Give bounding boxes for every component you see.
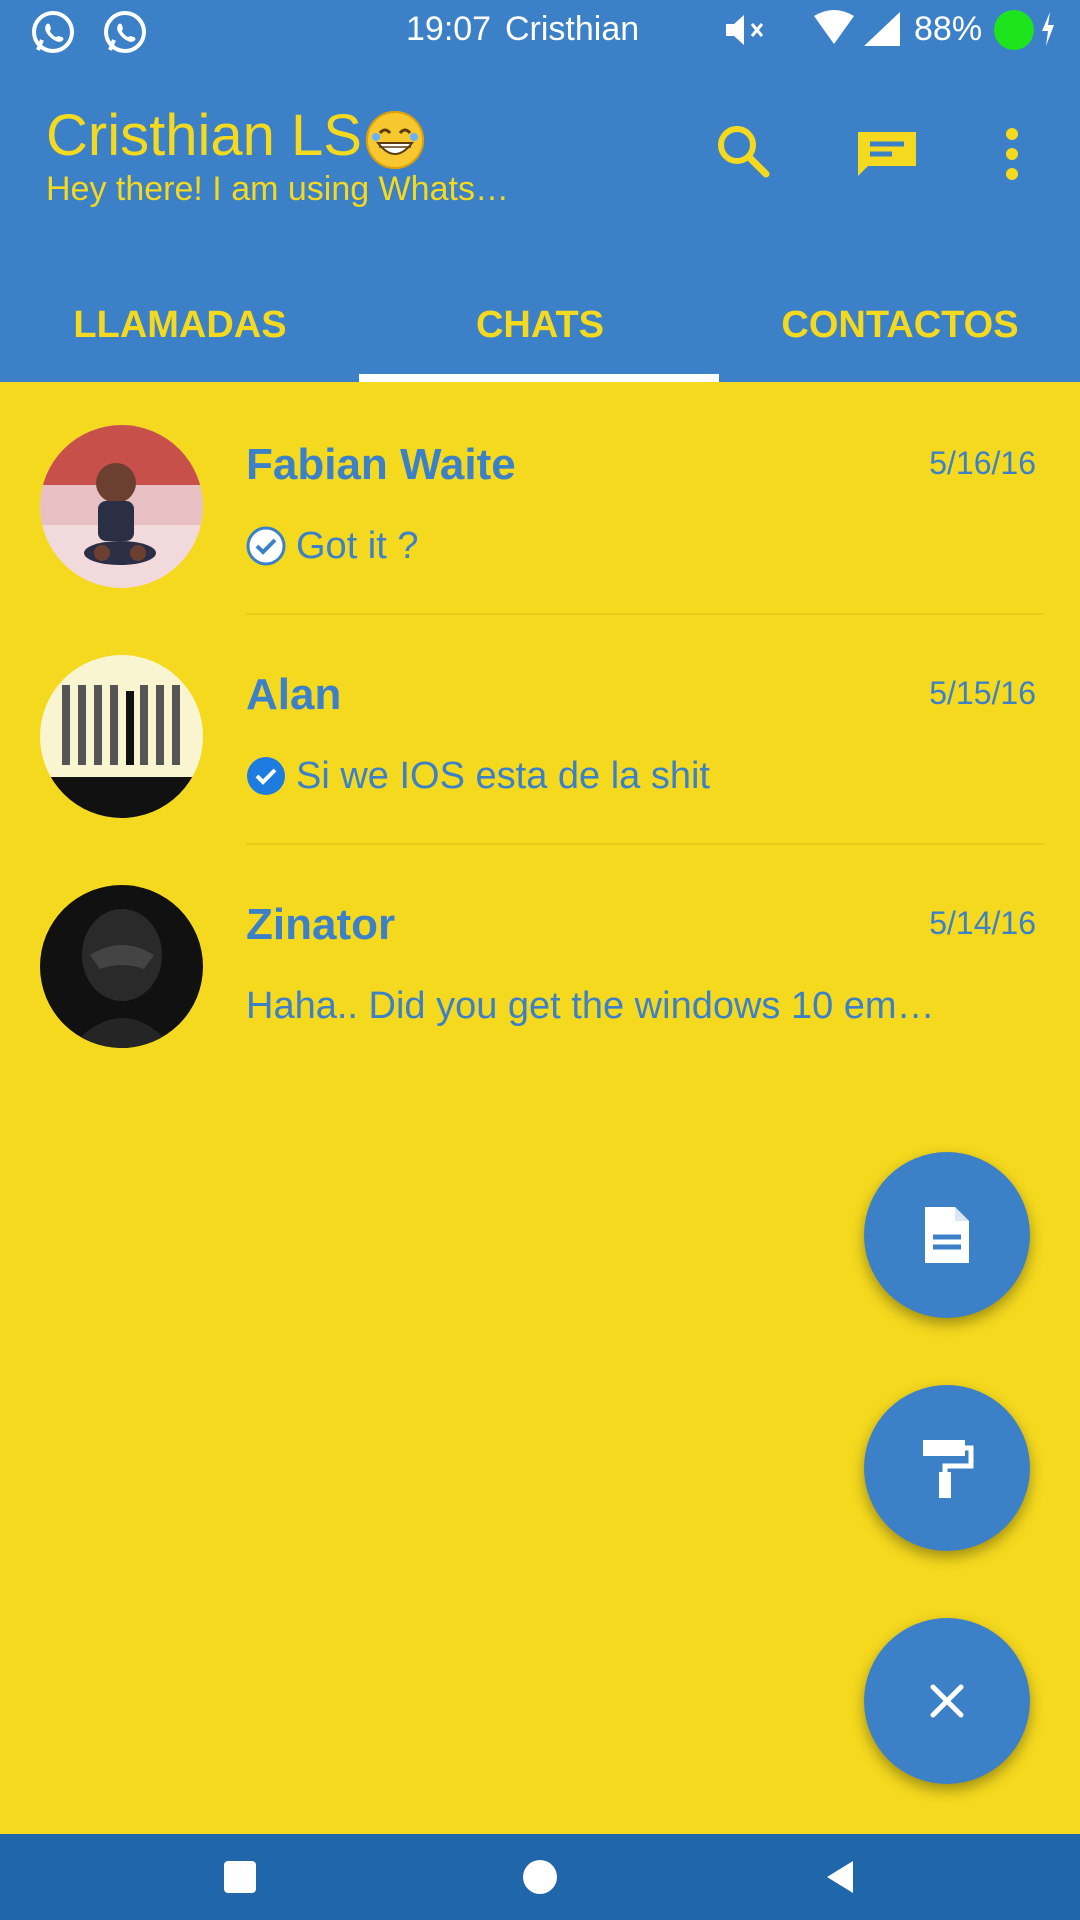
list-item[interactable]: Fabian Waite 5/16/16 Got it ?: [0, 385, 1080, 615]
bolt-icon: [1042, 12, 1054, 46]
document-fab[interactable]: [864, 1152, 1030, 1318]
back-button[interactable]: [780, 1834, 900, 1920]
chat-date: 5/15/16: [929, 675, 1036, 711]
chat-name: Fabian Waite: [246, 440, 516, 489]
whatsapp-icon: [32, 11, 74, 53]
avatar[interactable]: [40, 885, 203, 1048]
back-triangle-icon: [827, 1861, 853, 1893]
chat-name: Alan: [246, 670, 342, 719]
chat-name: Zinator: [246, 900, 396, 949]
avatar[interactable]: [40, 425, 203, 588]
app-bar: Cristhian LS Hey there! I am using Whats…: [0, 60, 1080, 382]
chat-preview: Si we IOS esta de la shit: [246, 755, 1026, 798]
recents-square-icon: [224, 1861, 256, 1893]
list-item[interactable]: Zinator 5/14/16 Haha.. Did you get the w…: [0, 845, 1080, 1075]
navigation-bar: [0, 1834, 1080, 1920]
wifi-icon: [814, 10, 854, 44]
list-item[interactable]: Alan 5/15/16 Si we IOS esta de la shit: [0, 615, 1080, 845]
mute-icon: [726, 15, 764, 45]
close-fab[interactable]: [864, 1618, 1030, 1784]
tab-contactos[interactable]: CONTACTOS: [720, 285, 1080, 382]
read-check-icon: [246, 756, 286, 796]
home-button[interactable]: [480, 1834, 600, 1920]
battery-percent: 88%: [914, 10, 983, 48]
status-time: 19:07: [406, 10, 492, 48]
home-circle-icon: [523, 1860, 557, 1894]
theme-fab[interactable]: [864, 1385, 1030, 1551]
chat-date: 5/14/16: [929, 905, 1036, 941]
chat-date: 5/16/16: [929, 445, 1036, 481]
chat-preview: Got it ?: [246, 525, 1026, 568]
delivered-check-icon: [246, 526, 286, 566]
chat-preview-text: Si we IOS esta de la shit: [296, 755, 710, 797]
page-title: Cristhian LS: [46, 102, 424, 169]
recents-button[interactable]: [180, 1834, 300, 1920]
battery-icon: [994, 10, 1034, 50]
tab-chats[interactable]: CHATS: [360, 285, 720, 382]
tab-llamadas[interactable]: LLAMADAS: [0, 285, 360, 382]
status-message[interactable]: Hey there! I am using Whats…: [46, 170, 586, 209]
new-chat-icon[interactable]: [854, 128, 920, 178]
document-icon: [925, 1207, 969, 1263]
search-icon[interactable]: [714, 122, 772, 180]
avatar[interactable]: [40, 655, 203, 818]
tab-bar: LLAMADAS CHATS CONTACTOS: [0, 285, 1080, 382]
chat-preview-text: Haha.. Did you get the windows 10 em…: [246, 985, 935, 1027]
chat-preview: Haha.. Did you get the windows 10 em…: [246, 985, 1026, 1028]
tab-indicator: [359, 374, 719, 382]
status-carrier: Cristhian: [505, 10, 640, 48]
more-vert-icon[interactable]: [1002, 126, 1022, 182]
chat-preview-text: Got it ?: [296, 525, 419, 567]
signal-icon: [864, 12, 900, 46]
paint-roller-icon: [923, 1440, 974, 1498]
title-text: Cristhian LS: [46, 103, 362, 168]
whatsapp-icon: [104, 11, 146, 53]
status-bar: 19:07 Cristhian 88%: [0, 0, 1080, 60]
close-icon: [930, 1684, 964, 1718]
grinning-face-emoji-icon: [365, 110, 424, 169]
